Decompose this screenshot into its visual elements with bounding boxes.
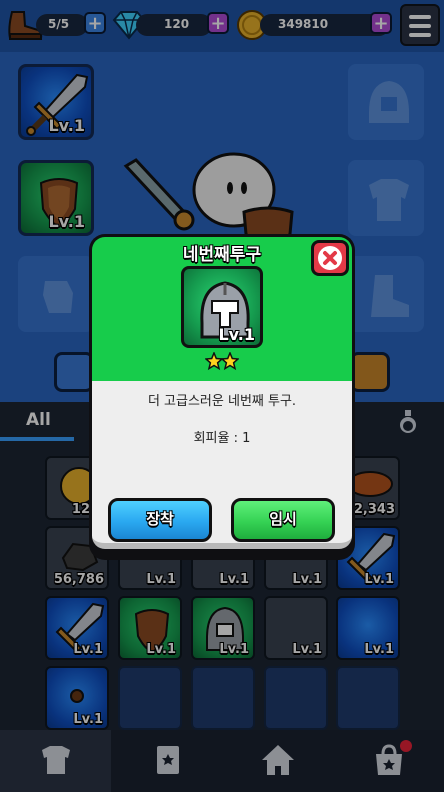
item-description: 더 고급스러운 네번째 투구. bbox=[147, 394, 297, 409]
rarity-stars bbox=[205, 352, 239, 371]
item-detail-modal: 네번째투구 Lv.1 더 고급스러운 네번째 투구. 회피율 : 1 장착 임시 bbox=[89, 234, 355, 560]
close-button[interactable] bbox=[311, 240, 349, 276]
item-stat: 회피율 : 1 bbox=[193, 431, 251, 446]
item-preview: Lv.1 bbox=[181, 266, 263, 348]
temp-button[interactable]: 임시 bbox=[231, 498, 335, 542]
item-level: Lv.1 bbox=[218, 325, 255, 344]
close-icon bbox=[318, 246, 342, 270]
equip-button[interactable]: 장착 bbox=[108, 498, 212, 542]
star-icon bbox=[205, 352, 224, 371]
star-icon bbox=[220, 352, 239, 371]
